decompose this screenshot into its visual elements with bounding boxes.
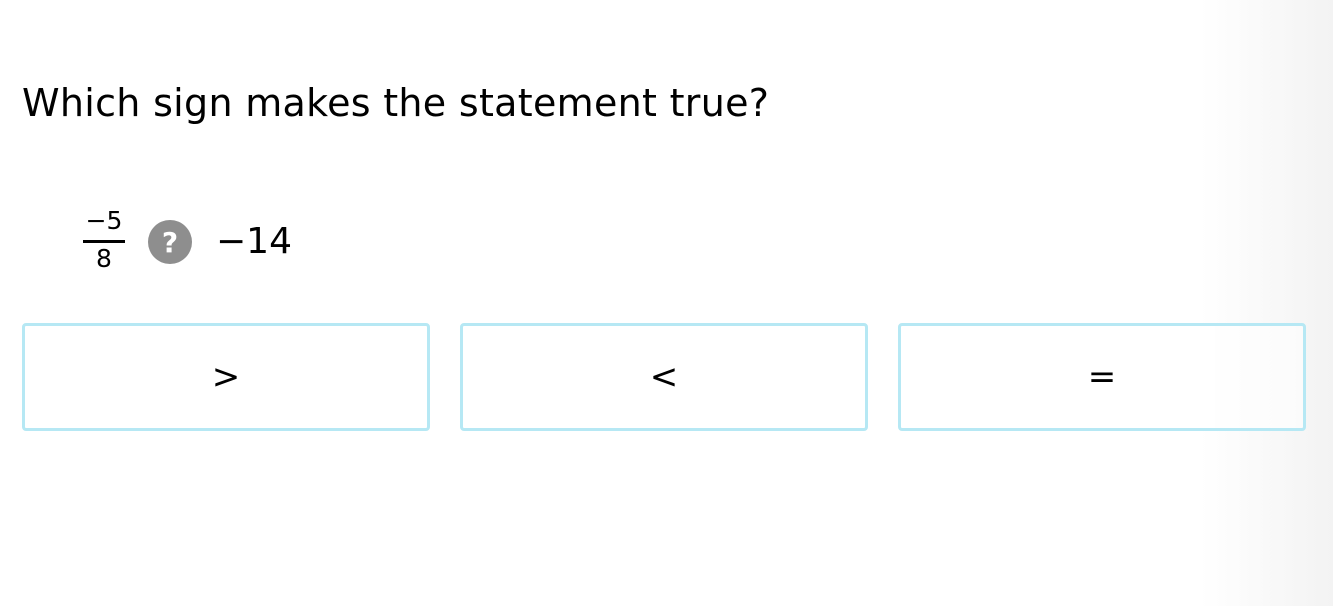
less-than-button[interactable]: < [460, 323, 868, 431]
equals-button[interactable]: = [898, 323, 1306, 431]
fraction-numerator: −5 [85, 205, 123, 235]
question-mark-icon: ? [148, 220, 192, 264]
right-value: −14 [216, 221, 292, 262]
greater-than-button[interactable]: > [22, 323, 430, 431]
answer-choices: > < = [22, 323, 1306, 431]
fraction-denominator: 8 [96, 243, 112, 273]
math-statement: −5 8 ? −14 [82, 196, 292, 288]
left-fraction: −5 8 [82, 206, 126, 279]
question-prompt: Which sign makes the statement true? [22, 81, 770, 125]
